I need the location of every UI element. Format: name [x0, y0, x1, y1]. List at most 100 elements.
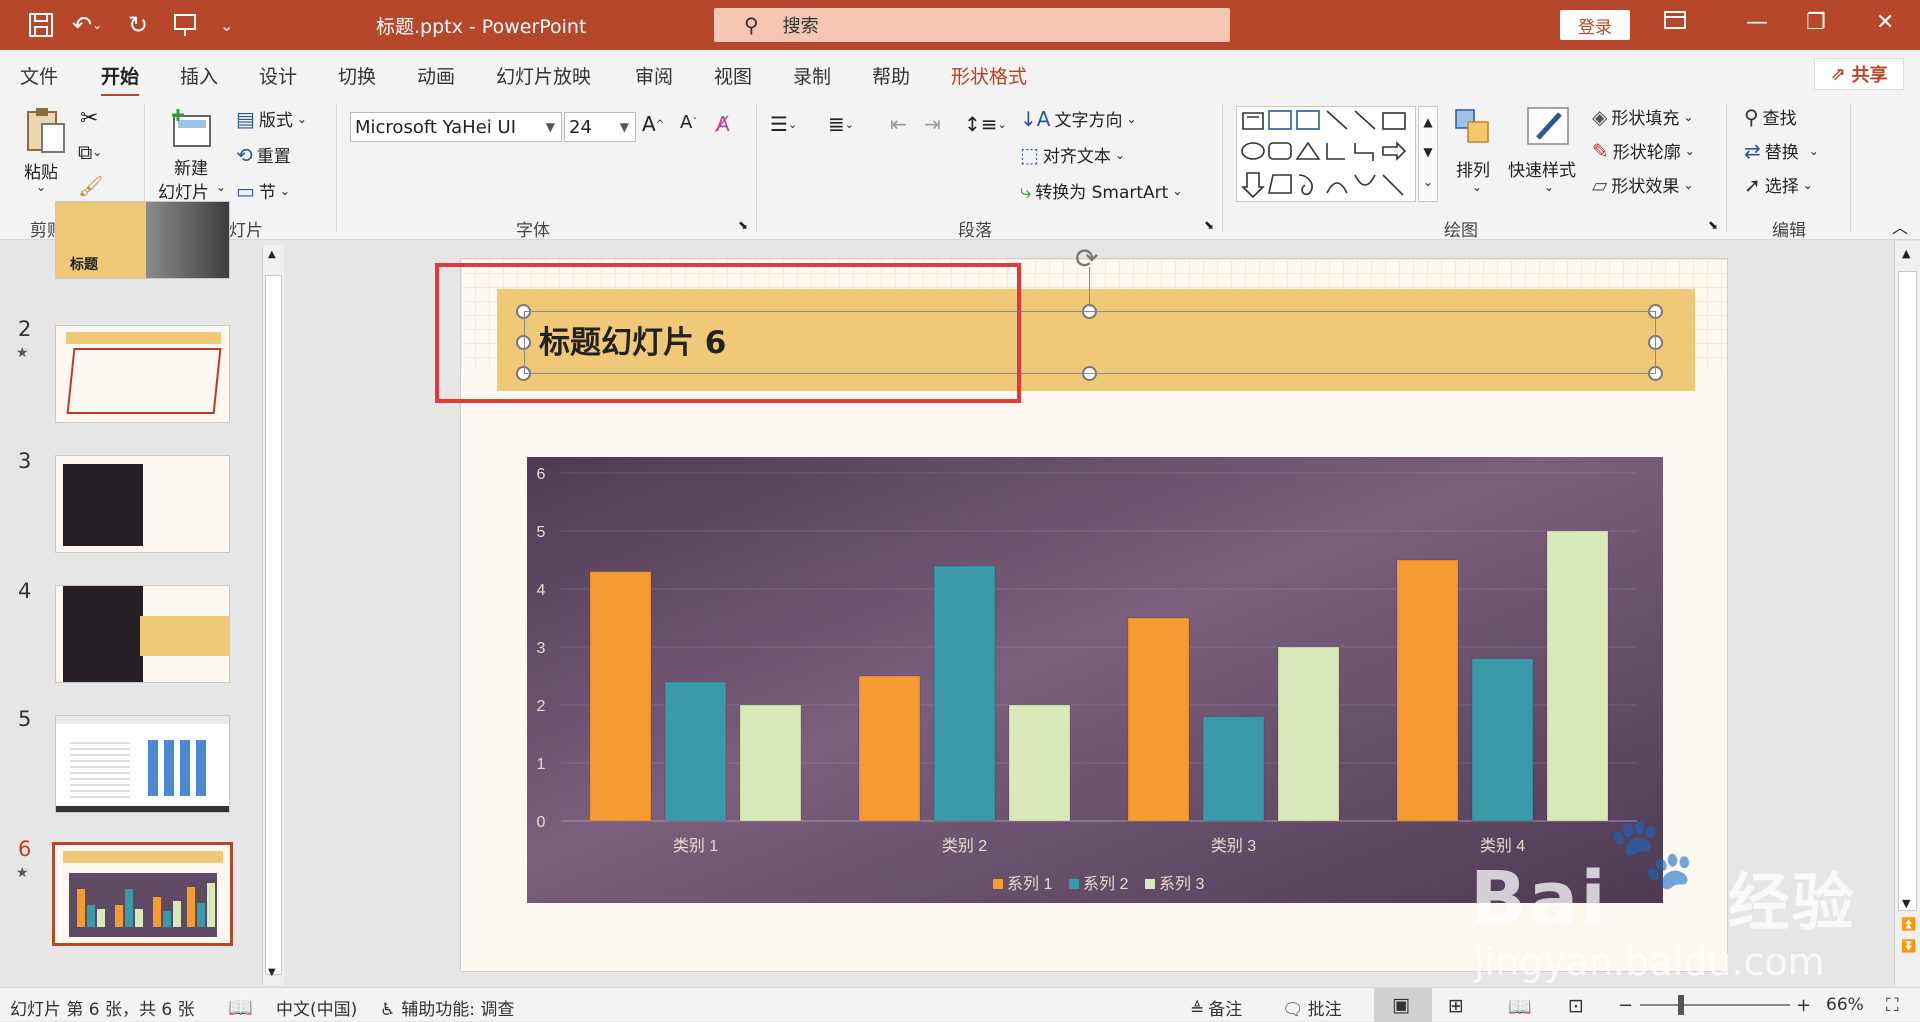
increase-font-icon[interactable]: A ^ [642, 112, 664, 136]
text-direction-button[interactable]: ↓A 文字方向 ⌄ [1020, 106, 1137, 132]
bar[interactable] [933, 565, 996, 822]
align-text-button[interactable]: ⬚ 对齐文本 ⌄ [1020, 142, 1125, 168]
zoom-slider-thumb[interactable] [1678, 995, 1684, 1015]
slide-thumbnail-3[interactable] [55, 455, 230, 553]
start-presentation-icon[interactable] [172, 0, 198, 50]
login-button[interactable]: 登录 [1560, 10, 1630, 40]
new-slide-label-1[interactable]: 新建 [174, 154, 208, 179]
minimize-icon[interactable]: — [1746, 10, 1768, 35]
canvas-scrollbar[interactable]: ▲ ▼ ⏫ ⏬ [1894, 241, 1920, 987]
bar[interactable] [1471, 658, 1534, 822]
increase-indent-icon[interactable]: ⇥ [924, 112, 941, 136]
ribbon-display-icon[interactable] [1664, 10, 1686, 36]
share-button[interactable]: ⇗ 共享 [1814, 58, 1904, 90]
font-size-combo[interactable]: 24 ▼ [564, 112, 636, 142]
notes-button[interactable]: ≜ 备注 [1190, 995, 1242, 1020]
quick-styles-dropdown-icon[interactable]: ⌄ [1544, 180, 1554, 194]
copy-icon[interactable]: ⧉ ⌄ [78, 140, 102, 164]
restore-icon[interactable]: ❐ [1806, 10, 1826, 35]
slide-thumbnail-4[interactable] [55, 585, 230, 683]
drawing-launcher-icon[interactable]: ⬊ [1708, 218, 1718, 232]
language-indicator[interactable]: 中文(中国) [276, 995, 357, 1020]
arrange-button[interactable]: 排列 [1456, 156, 1490, 181]
scroll-down-icon[interactable]: ▼ [1902, 897, 1910, 910]
bar[interactable] [1396, 559, 1459, 822]
next-slide-icon[interactable]: ⏬ [1901, 939, 1916, 953]
layout-button[interactable]: ▤ 版式 ⌄ [236, 106, 307, 132]
normal-view-button[interactable]: ▣ [1374, 988, 1432, 1022]
paragraph-launcher-icon[interactable]: ⬊ [1204, 218, 1214, 232]
customize-toolbar-icon[interactable]: ⌄ [220, 0, 233, 50]
shape-outline-button[interactable]: ✎ 形状轮廓 ⌄ [1592, 138, 1695, 164]
decrease-font-icon[interactable]: Aˇ [680, 112, 697, 133]
scroll-thumb[interactable] [1898, 271, 1917, 911]
shape-fill-button[interactable]: ◈ 形状填充 ⌄ [1592, 104, 1693, 130]
zoom-slider[interactable] [1640, 995, 1790, 1015]
tab-slideshow[interactable]: 幻灯片放映 [496, 62, 591, 89]
new-slide-dropdown-icon[interactable]: ⌄ [216, 180, 226, 194]
shape-effects-button[interactable]: ▱ 形状效果 ⌄ [1592, 172, 1693, 198]
arrange-icon[interactable] [1452, 106, 1496, 150]
zoom-level[interactable]: 66% [1826, 995, 1864, 1015]
undo-icon[interactable]: ↶ ⌄ [72, 0, 102, 50]
select-button[interactable]: ➚ 选择 ⌄ [1744, 172, 1813, 198]
line-spacing-icon[interactable]: ↕≡ ⌄ [964, 112, 1007, 136]
tab-insert[interactable]: 插入 [180, 62, 218, 89]
cut-icon[interactable]: ✂ [80, 106, 98, 131]
find-button[interactable]: ⚲ 查找 [1744, 104, 1797, 130]
numbering-icon[interactable]: ≣ ⌄ [828, 112, 854, 136]
paste-icon[interactable] [24, 106, 68, 153]
tab-design[interactable]: 设计 [259, 62, 297, 89]
bar[interactable] [858, 675, 921, 822]
convert-smartart-button[interactable]: ⤷ 转换为 SmartArt ⌄ [1020, 178, 1182, 204]
shapes-gallery-scroll[interactable]: ▲ ▼ ⌄ [1418, 106, 1438, 202]
clear-formatting-icon[interactable]: A̸ [716, 112, 730, 136]
new-slide-icon[interactable] [168, 106, 212, 150]
accessibility-indicator[interactable]: ♿ 辅助功能: 调查 [380, 995, 514, 1020]
tab-shape-format[interactable]: 形状格式 [951, 62, 1027, 89]
bar[interactable] [739, 704, 802, 822]
spellcheck-icon[interactable]: 📖 [228, 995, 253, 1019]
save-icon[interactable] [28, 0, 54, 50]
bar[interactable] [1546, 530, 1609, 822]
bar[interactable] [664, 681, 727, 822]
close-icon[interactable]: ✕ [1876, 10, 1894, 35]
slide-thumbnail-5[interactable] [55, 715, 230, 813]
redo-icon[interactable]: ↻ [128, 0, 148, 50]
quick-styles-button[interactable]: 快速样式 [1508, 156, 1576, 181]
bullets-icon[interactable]: ☰ ⌄ [770, 112, 797, 136]
tab-home[interactable]: 开始 [101, 62, 140, 97]
font-name-combo[interactable]: Microsoft YaHei UI ▼ [350, 112, 562, 142]
scroll-up-icon[interactable]: ▲ [1902, 247, 1910, 260]
search-box[interactable]: ⚲ 搜索 [714, 8, 1230, 42]
quick-styles-icon[interactable] [1524, 104, 1569, 148]
slide-thumbnail-1[interactable]: 标题 [55, 201, 230, 279]
fit-to-window-icon[interactable]: ⛶ [1886, 995, 1899, 1016]
arrange-dropdown-icon[interactable]: ⌄ [1472, 180, 1482, 194]
tab-animations[interactable]: 动画 [417, 62, 455, 89]
tab-help[interactable]: 帮助 [872, 62, 910, 89]
previous-slide-icon[interactable]: ⏫ [1901, 917, 1916, 931]
tab-record[interactable]: 录制 [793, 62, 831, 89]
thumbnail-scrollbar[interactable]: ▲ ▼ [262, 245, 284, 985]
tab-file[interactable]: 文件 [20, 62, 58, 89]
zoom-in-button[interactable]: + [1796, 995, 1811, 1016]
decrease-indent-icon[interactable]: ⇤ [890, 112, 907, 136]
tab-view[interactable]: 视图 [714, 62, 752, 89]
tab-review[interactable]: 审阅 [635, 62, 673, 89]
collapse-ribbon-icon[interactable]: ︿ [1892, 214, 1908, 238]
scroll-up-icon[interactable]: ▲ [268, 249, 276, 260]
reset-button[interactable]: ⟲ 重置 [236, 142, 291, 168]
new-slide-label-2[interactable]: 幻灯片 [158, 178, 209, 203]
font-launcher-icon[interactable]: ⬊ [738, 218, 748, 232]
comments-button[interactable]: 🗨 批注 [1282, 995, 1342, 1020]
bar[interactable] [1202, 716, 1265, 822]
bar-chart[interactable]: 0123456 类别 1 类别 2 类别 3 类别 4 系列 1 系列 2 系列 3 [527, 457, 1663, 903]
slide-thumbnail-2[interactable] [55, 325, 230, 423]
slideshow-view-icon[interactable]: ⊡ [1568, 995, 1584, 1017]
scroll-down-icon[interactable]: ▼ [268, 967, 276, 978]
slide-sorter-icon[interactable]: ⊞ [1448, 995, 1464, 1017]
zoom-out-button[interactable]: − [1618, 995, 1633, 1016]
tab-transitions[interactable]: 切换 [338, 62, 376, 89]
section-button[interactable]: ▭ 节 ⌄ [236, 178, 290, 204]
